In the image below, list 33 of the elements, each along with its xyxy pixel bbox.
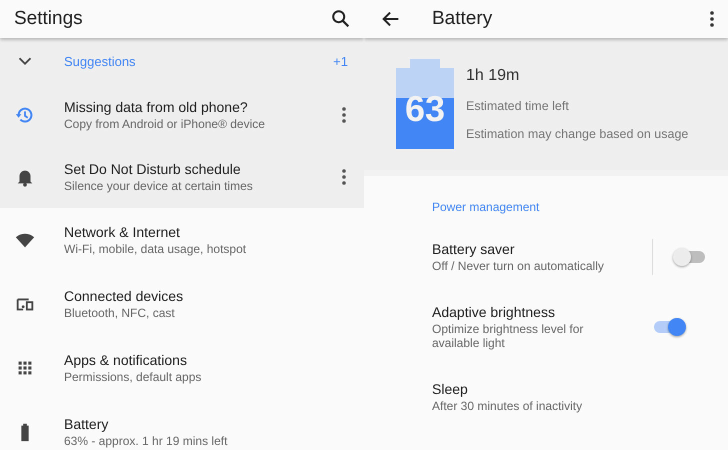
setting-title[interactable]: Apps & notifications xyxy=(64,352,346,368)
setting-subtitle: Optimize brightness level for available light xyxy=(432,322,584,350)
setting-subtitle: Bluetooth, NFC, cast xyxy=(64,306,176,320)
setting-title[interactable]: Connected devices xyxy=(64,288,346,304)
suggestion-subtitle: Silence your device at certain times xyxy=(64,178,254,194)
time-left: 1h 19m xyxy=(466,67,520,85)
screen-title: Battery xyxy=(432,8,494,30)
setting-subtitle: Off / Never turn on automatically xyxy=(432,258,605,274)
time-left-label: Estimated time left xyxy=(466,99,570,113)
battery-percent: 63 xyxy=(404,88,446,130)
setting-subtitle: Wi-Fi, mobile, data usage, hotspot xyxy=(64,242,248,256)
more-icon[interactable] xyxy=(342,107,346,123)
more-icon[interactable] xyxy=(710,11,714,27)
screen-title: Settings xyxy=(14,8,84,30)
setting-title[interactable]: Sleep xyxy=(432,380,632,397)
toggle-switch[interactable] xyxy=(652,317,686,337)
suggestion-subtitle: Copy from Android or iPhone® device xyxy=(64,116,266,132)
setting-title[interactable]: Battery saver xyxy=(432,240,632,257)
suggestions-heading: Suggestions xyxy=(64,54,137,68)
setting-title[interactable]: Network & Internet xyxy=(64,224,346,240)
toggle-switch[interactable] xyxy=(673,247,707,267)
setting-title[interactable]: Battery xyxy=(64,416,346,432)
section-heading: Power management xyxy=(431,199,540,216)
estimation-note: Estimation may change based on usage xyxy=(466,127,688,141)
suggestion-count: +1 xyxy=(333,54,348,68)
setting-subtitle: 63% - approx. 1 hr 19 mins left xyxy=(64,434,228,448)
more-icon[interactable] xyxy=(342,169,346,185)
setting-subtitle: Permissions, default apps xyxy=(64,370,202,384)
suggestion-title[interactable]: Missing data from old phone? xyxy=(64,98,342,115)
search-icon[interactable] xyxy=(330,8,352,30)
setting-title[interactable]: Adaptive brightness xyxy=(432,304,632,320)
suggestion-title[interactable]: Set Do Not Disturb schedule xyxy=(64,160,342,177)
setting-subtitle: After 30 minutes of inactivity xyxy=(432,398,584,414)
